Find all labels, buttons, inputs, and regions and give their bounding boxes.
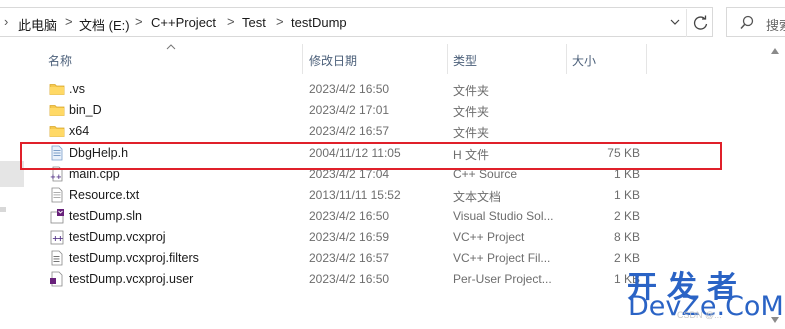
solution-file-icon: [50, 209, 64, 224]
breadcrumb-separator[interactable]: >: [227, 14, 235, 29]
search-box[interactable]: 搜索: [726, 7, 785, 37]
file-size: 1 KB: [613, 188, 640, 202]
file-date: 2023/4/2 16:50: [309, 272, 390, 286]
folder-icon: [49, 84, 65, 95]
breadcrumb-root-chevron-icon[interactable]: ›: [4, 14, 8, 29]
file-row[interactable]: Resource.txt 2013/11/11 15:52 文本文档 1 KB: [40, 185, 720, 206]
file-date: 2023/4/2 17:01: [309, 103, 390, 117]
breadcrumb-separator[interactable]: >: [65, 14, 73, 29]
breadcrumb-this-pc[interactable]: 此电脑: [18, 15, 57, 34]
vertical-scrollbar[interactable]: [763, 44, 785, 329]
nav-item-marker: [0, 207, 6, 212]
filters-file-icon: [51, 250, 63, 266]
folder-icon: [49, 105, 65, 116]
file-type: 文本文档: [453, 190, 502, 204]
file-name: testDump.vcxproj.user: [69, 272, 194, 286]
sort-ascending-icon: [166, 44, 176, 50]
file-date: 2023/4/2 16:50: [309, 82, 390, 96]
address-history-chevron-down-icon[interactable]: [668, 15, 682, 29]
refresh-icon: [693, 15, 708, 30]
column-header-size[interactable]: 大小: [572, 52, 596, 69]
file-name: Resource.txt: [69, 188, 140, 202]
file-name: testDump.vcxproj: [69, 230, 166, 244]
file-name: testDump.sln: [69, 209, 142, 223]
breadcrumb-separator[interactable]: >: [276, 14, 284, 29]
refresh-button[interactable]: [686, 9, 714, 37]
file-row[interactable]: bin_D 2023/4/2 17:01 文件夹: [40, 100, 720, 121]
search-placeholder: 搜索: [766, 18, 785, 33]
file-date: 2013/11/11 15:52: [309, 188, 401, 202]
file-date: 2023/4/2 16:50: [309, 209, 390, 223]
file-row[interactable]: + + testDump.vcxproj 2023/4/2 16:59 VC++…: [40, 227, 720, 248]
file-type: Visual Studio Sol...: [453, 209, 554, 223]
svg-text:++: ++: [50, 173, 62, 181]
user-file-icon: [50, 271, 63, 287]
column-header-name[interactable]: 名称: [48, 52, 72, 69]
file-size: 2 KB: [613, 209, 640, 223]
file-date: 2023/4/2 16:57: [309, 251, 390, 265]
column-divider[interactable]: [302, 44, 303, 74]
file-name: .vs: [69, 82, 85, 96]
file-name: x64: [69, 124, 90, 138]
search-icon: [740, 15, 754, 30]
breadcrumb-drive[interactable]: 文档 (E:): [79, 15, 130, 34]
column-header-type[interactable]: 类型: [453, 52, 477, 69]
file-date: 2023/4/2 16:57: [309, 124, 390, 138]
file-name: bin_D: [69, 103, 102, 117]
column-divider[interactable]: [646, 44, 647, 74]
address-bar[interactable]: › 此电脑 > 文档 (E:) > C++Project > Test > te…: [0, 7, 713, 37]
svg-text:+: +: [57, 234, 64, 243]
breadcrumb-cppproject[interactable]: C++Project: [151, 15, 216, 30]
file-row[interactable]: testDump.vcxproj.filters 2023/4/2 16:57 …: [40, 248, 720, 269]
navigation-pane[interactable]: [0, 44, 30, 329]
file-row[interactable]: x64 2023/4/2 16:57 文件夹: [40, 121, 720, 142]
highlight-annotation-box: [20, 142, 722, 170]
file-row[interactable]: .vs 2023/4/2 16:50 文件夹: [40, 79, 720, 100]
text-file-icon: [51, 187, 63, 203]
breadcrumb-separator[interactable]: >: [135, 14, 143, 29]
column-divider[interactable]: [566, 44, 567, 74]
file-date: 2023/4/2 16:59: [309, 230, 390, 244]
column-divider[interactable]: [447, 44, 448, 74]
file-row[interactable]: testDump.vcxproj.user 2023/4/2 16:50 Per…: [40, 269, 720, 290]
column-header-date[interactable]: 修改日期: [309, 52, 357, 69]
scroll-up-arrow-icon[interactable]: [770, 47, 780, 55]
file-type: Per-User Project...: [453, 272, 552, 286]
breadcrumb-testdump[interactable]: testDump: [291, 15, 347, 30]
file-type: 文件夹: [453, 126, 490, 140]
file-type: 文件夹: [453, 105, 490, 119]
folder-icon: [49, 126, 65, 137]
breadcrumb-test[interactable]: Test: [242, 15, 266, 30]
file-name: testDump.vcxproj.filters: [69, 251, 199, 265]
vcxproj-file-icon: + +: [50, 230, 64, 245]
watermark-caption: CSDN @...: [677, 310, 722, 320]
file-type: VC++ Project: [453, 230, 525, 244]
file-type: VC++ Project Fil...: [453, 251, 551, 265]
address-bar-region: › 此电脑 > 文档 (E:) > C++Project > Test > te…: [0, 0, 785, 44]
file-row[interactable]: testDump.sln 2023/4/2 16:50 Visual Studi…: [40, 206, 720, 227]
file-size: 8 KB: [613, 230, 640, 244]
file-type: 文件夹: [453, 84, 490, 98]
